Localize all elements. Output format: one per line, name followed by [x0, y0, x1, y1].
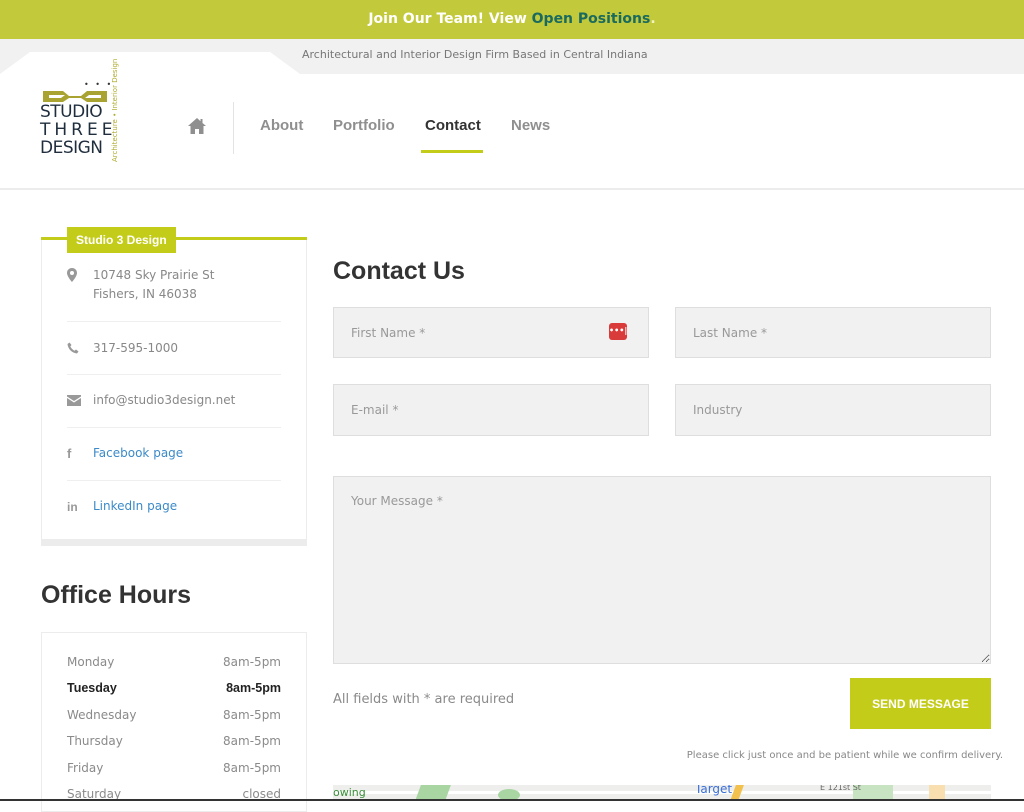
- hours-time: 8am-5pm: [226, 681, 281, 695]
- logo-word-three: THREE: [40, 120, 117, 140]
- open-positions-link[interactable]: Open Positions: [532, 11, 651, 27]
- promo-banner: Join Our Team! View Open Positions.: [0, 0, 1024, 39]
- header-tab-shape: [0, 52, 300, 82]
- nav-active-indicator: [421, 150, 483, 153]
- linkedin-row: in LinkedIn page: [67, 497, 281, 517]
- card-bottom-bar: [41, 539, 307, 546]
- facebook-icon: f: [67, 446, 72, 461]
- phone-icon: [67, 341, 81, 355]
- address-line-1: 10748 Sky Prairie St: [93, 268, 215, 282]
- nav-about[interactable]: About: [260, 117, 303, 134]
- linkedin-icon: in: [67, 500, 78, 514]
- hours-row: Wednesday 8am-5pm: [67, 708, 281, 726]
- hours-day: Monday: [67, 655, 115, 669]
- info-divider: [67, 427, 281, 428]
- hours-time: 8am-5pm: [223, 655, 281, 669]
- nav-divider: [233, 102, 234, 154]
- password-manager-icon[interactable]: •••|: [609, 323, 627, 340]
- address-line-2: Fishers, IN 46038: [93, 287, 197, 301]
- nav-news[interactable]: News: [511, 117, 550, 134]
- hours-time: 8am-5pm: [223, 708, 281, 722]
- promo-suffix: .: [650, 11, 656, 27]
- last-name-input[interactable]: [675, 307, 991, 358]
- logo-dots: • • •: [84, 80, 114, 89]
- industry-input[interactable]: [675, 384, 991, 436]
- hours-row: Saturday closed: [67, 787, 281, 805]
- hours-day: Wednesday: [67, 708, 137, 722]
- info-divider: [67, 321, 281, 322]
- contact-us-title: Contact Us: [333, 257, 465, 285]
- message-textarea[interactable]: [333, 476, 991, 664]
- email-address[interactable]: info@studio3design.net: [93, 391, 235, 410]
- linkedin-link[interactable]: LinkedIn page: [93, 497, 177, 516]
- site-tagline: Architectural and Interior Design Firm B…: [302, 48, 648, 61]
- send-message-button[interactable]: SEND MESSAGE: [850, 678, 991, 729]
- logo-word-design: DESIGN: [40, 138, 103, 158]
- email-input[interactable]: [333, 384, 649, 436]
- map-label: Target: [695, 785, 733, 796]
- phone-number[interactable]: 317-595-1000: [93, 339, 178, 358]
- hours-time: 8am-5pm: [223, 734, 281, 748]
- hours-row: Monday 8am-5pm: [67, 655, 281, 673]
- required-fields-note: All fields with * are required: [333, 692, 515, 707]
- hours-row: Friday 8am-5pm: [67, 761, 281, 779]
- patience-note: Please click just once and be patient wh…: [686, 750, 1003, 761]
- office-hours-title: Office Hours: [41, 581, 192, 609]
- hours-row: Thursday 8am-5pm: [67, 734, 281, 752]
- hours-day: Friday: [67, 761, 104, 775]
- map-label: owing: [333, 786, 366, 799]
- promo-text: Join Our Team! View: [368, 11, 532, 27]
- info-divider: [67, 480, 281, 481]
- facebook-link[interactable]: Facebook page: [93, 444, 183, 463]
- logo-vertical-text: Architecture • Interior Design: [111, 58, 119, 162]
- map-label: E 121st St: [820, 785, 861, 792]
- map-marker-icon: [67, 268, 81, 282]
- logo-word-studio: STUDIO: [40, 102, 103, 122]
- hours-row-today: Tuesday 8am-5pm: [67, 681, 281, 699]
- facebook-row: f Facebook page: [67, 444, 281, 464]
- nav-contact[interactable]: Contact: [425, 117, 481, 134]
- email-row: info@studio3design.net: [67, 391, 281, 411]
- hours-day: Tuesday: [67, 681, 117, 695]
- info-divider: [67, 374, 281, 375]
- nav-portfolio[interactable]: Portfolio: [333, 117, 395, 134]
- hours-time: 8am-5pm: [223, 761, 281, 775]
- address-row: 10748 Sky Prairie St Fishers, IN 46038: [67, 266, 281, 306]
- first-name-input[interactable]: [333, 307, 649, 358]
- home-icon[interactable]: [187, 117, 207, 135]
- hours-day: Thursday: [67, 734, 123, 748]
- phone-row: 317-595-1000: [67, 339, 281, 359]
- studio-three-logo[interactable]: • • • STUDIO THREE DESIGN Architecture •…: [40, 58, 124, 166]
- envelope-icon: [67, 393, 81, 407]
- card-badge: Studio 3 Design: [67, 227, 176, 253]
